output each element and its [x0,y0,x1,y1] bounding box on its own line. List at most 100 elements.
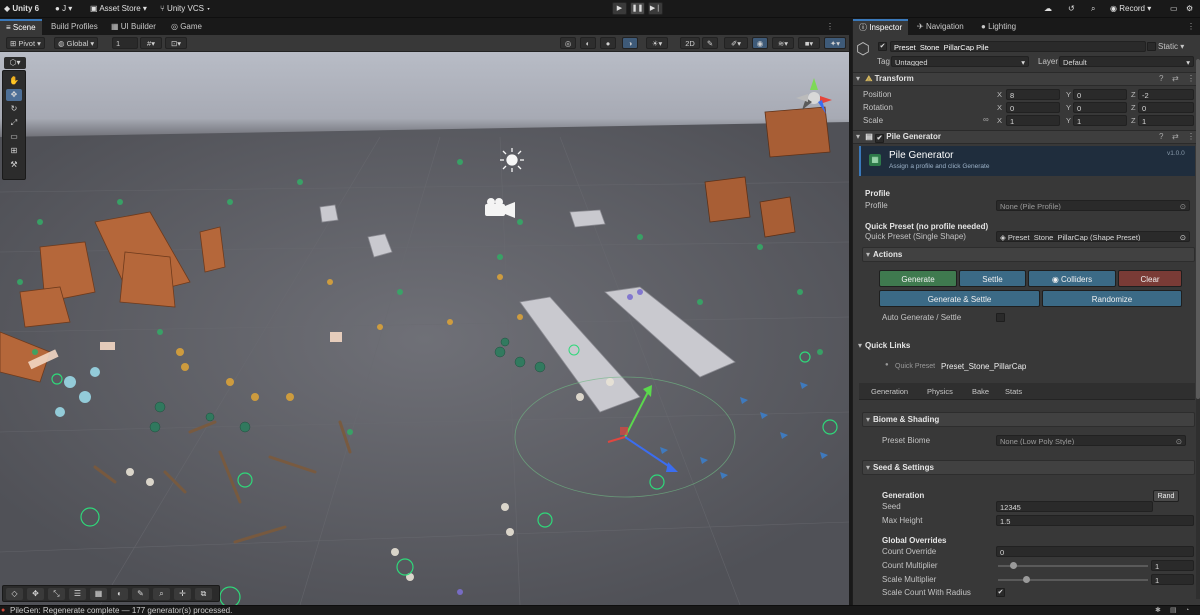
lighting-toggle-icon[interactable]: ✎ [702,37,718,49]
play-button[interactable]: ▶ [612,2,627,15]
grid-snap-dropdown[interactable]: #▾ [140,37,162,49]
camera-dropdown[interactable]: ■▾ [798,37,820,49]
overlay-orbit-icon[interactable]: ◐ [111,588,128,600]
generate-settle-button[interactable]: Generate & Settle [879,290,1040,307]
view-tool-dropdown[interactable]: ⬡▾ [4,57,26,69]
overlay-pan-icon[interactable]: ✛ [174,588,191,600]
randomize-button[interactable]: Randomize [1042,290,1182,307]
step-button[interactable]: ▶❘ [648,2,663,15]
quick-links-header[interactable]: ▾ Quick Links [855,339,910,352]
asset-store-dropdown[interactable]: ▣ Asset Store ▾ [90,3,147,15]
count-override-field[interactable]: 0 [996,546,1194,557]
tab-build-profiles[interactable]: Build Profiles [45,19,104,35]
seed-section-header[interactable]: ▾ Seed & Settings [862,460,1195,475]
history-icon[interactable]: ↺ [1068,3,1075,15]
subtab-generation[interactable]: Generation [865,383,914,400]
generate-button[interactable]: Generate [879,270,957,287]
component-menu-icon[interactable]: ⋮ [1187,131,1195,143]
search-icon[interactable]: ⌕ [1091,3,1095,15]
gizmos-dropdown[interactable]: ✦▾ [824,37,846,49]
overlay-paint-icon[interactable]: ✎ [132,588,149,600]
subtab-bake[interactable]: Bake [966,383,995,400]
rotate-tool-icon[interactable]: ↻ [6,103,22,115]
rotation-z-field[interactable]: 0 [1138,102,1194,113]
snap-value-field[interactable]: 1 [112,37,138,49]
wireframe-icon[interactable]: ● [600,37,616,49]
overlay-scale-icon[interactable]: ⤡ [48,588,65,600]
scrollbar-thumb[interactable] [1196,59,1200,399]
pivot-dropdown[interactable]: ⊞ Pivot ▾ [6,37,45,49]
draw-mode-icon[interactable]: ◎ [560,37,576,49]
account-dropdown[interactable]: ● J ▾ [55,3,72,15]
max-height-field[interactable]: 1.5 [996,515,1194,526]
help-icon[interactable]: ? [1159,131,1163,143]
inspector-scrollbar[interactable] [1196,59,1200,599]
cloud-icon[interactable]: ☁ [1044,3,1052,15]
scale-multiplier-slider[interactable] [998,579,1148,581]
actions-section-header[interactable]: ▾ Actions [862,247,1195,262]
scale-y-field[interactable]: 1 [1073,115,1127,126]
tab-scene[interactable]: ≡ Scene [0,19,42,35]
custom-tool-icon[interactable]: ⚒ [6,159,22,171]
tab-inspector[interactable]: ⓘ Inspector [853,19,909,35]
clear-button[interactable]: Clear [1118,270,1182,287]
orientation-gizmo[interactable] [786,70,842,126]
component-enabled-checkbox[interactable]: ✔ [875,134,885,143]
scale-multiplier-handle[interactable] [1023,576,1030,583]
overlay-terrain-icon[interactable]: ▦ [90,588,107,600]
space-dropdown[interactable]: ◍ Global ▾ [54,37,99,49]
scale-z-field[interactable]: 1 [1138,115,1194,126]
settings-icon[interactable]: ⚙ [1186,3,1193,15]
preset-biome-field[interactable]: None (Low Poly Style) ⊙ [996,435,1186,446]
count-multiplier-handle[interactable] [1010,562,1017,569]
layer-dropdown[interactable]: Default ▾ [1059,56,1194,67]
transform-header[interactable]: ▾ ⟁ Transform ? ⇄ ⋮ [853,72,1200,86]
rotation-x-field[interactable]: 0 [1006,102,1060,113]
hand-tool-icon[interactable]: ✋ [6,75,22,87]
pause-button[interactable]: ❚❚ [630,2,645,15]
settle-button[interactable]: Settle [959,270,1026,287]
layout-icon[interactable]: ▭ [1170,3,1178,15]
active-checkbox[interactable]: ✔ [878,42,887,51]
profile-object-field[interactable]: None (Pile Profile) ⊙ [996,200,1190,211]
count-multiplier-field[interactable]: 1 [1151,560,1194,571]
tab-ui-builder[interactable]: ▦ UI Builder [105,19,162,35]
tag-dropdown[interactable]: Untagged ▾ [891,56,1029,67]
mode-2d-button[interactable]: 2D [680,37,700,49]
shaded-icon[interactable]: ◑ [622,37,638,49]
seed-field[interactable]: 12345 [996,501,1153,512]
static-checkbox[interactable] [1147,42,1156,51]
biome-section-header[interactable]: ▾ Biome & Shading [862,412,1195,427]
overlay-zoom-icon[interactable]: ⌕ [153,588,170,600]
rand-button[interactable]: Rand [1153,490,1179,502]
record-dropdown[interactable]: ◉ Record ▾ [1110,3,1151,15]
grid-visibility-dropdown[interactable]: ⊡▾ [165,37,187,49]
overlay-screenshot-icon[interactable]: ⧉ [195,588,212,600]
quick-link-preset[interactable]: Preset_Stone_PillarCap [941,360,1026,373]
scale-count-radius-checkbox[interactable]: ✔ [996,588,1005,597]
overlay-snap-icon[interactable]: ◇ [6,588,23,600]
inspector-menu-icon[interactable]: ⋮ [1187,22,1195,31]
audio-dropdown[interactable]: ✐▾ [724,37,748,49]
preset-icon[interactable]: ⇄ [1172,73,1179,85]
component-menu-icon[interactable]: ⋮ [1187,73,1195,85]
panel-menu-icon[interactable]: ⋮ [826,22,834,31]
rotation-y-field[interactable]: 0 [1073,102,1127,113]
layers-dropdown[interactable]: ≋▾ [772,37,794,49]
vcs-dropdown[interactable]: ⑂ Unity VCS ▾ [160,3,211,15]
overlay-move-icon[interactable]: ✥ [27,588,44,600]
scale-tool-icon[interactable]: ⤢ [6,117,22,129]
rect-tool-icon[interactable]: ▭ [6,131,22,143]
shading-icon[interactable]: ◐ [580,37,596,49]
render-mode-dropdown[interactable]: ☀▾ [646,37,668,49]
position-x-field[interactable]: 8 [1006,89,1060,100]
transform-tool-icon[interactable]: ⊞ [6,145,22,157]
tab-lighting[interactable]: ● Lighting [975,19,1022,35]
scene-viewport[interactable]: ⬡▾ ✋ ✥ ↻ ⤢ ▭ ⊞ ⚒ ◇ ✥ ⤡ ☰ ▦ ◐ ✎ ⌕ ✛ ⧉ [0,52,849,605]
move-tool-icon[interactable]: ✥ [6,89,22,101]
object-name-field[interactable]: Preset_Stone_PillarCap Pile [890,41,1146,52]
scale-multiplier-field[interactable]: 1 [1151,574,1194,585]
link-icon[interactable]: ∞ [983,115,989,124]
overlay-align-icon[interactable]: ☰ [69,588,86,600]
position-y-field[interactable]: 0 [1073,89,1127,100]
